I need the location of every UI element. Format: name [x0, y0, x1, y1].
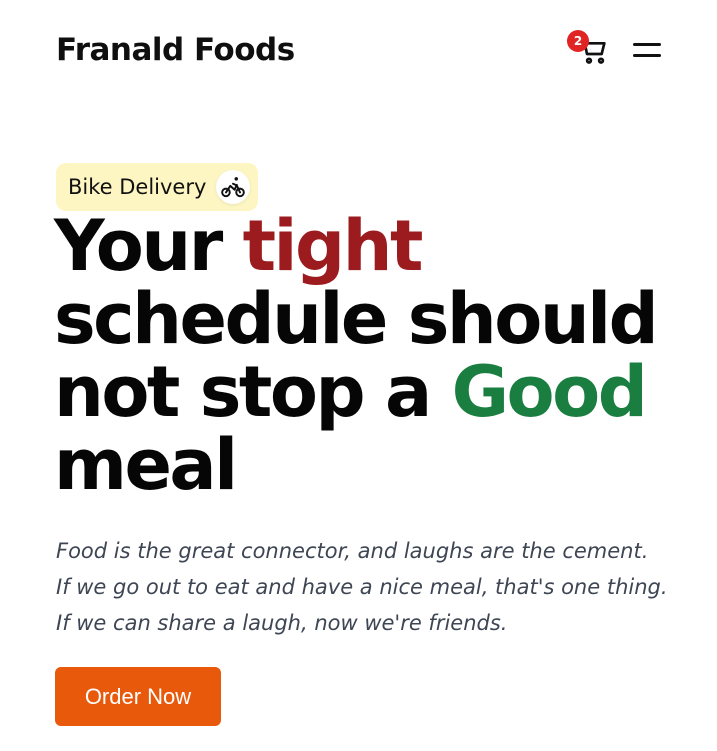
hero-intro: Food is the great connector, and laughs …: [56, 533, 696, 641]
headline-accent-good: Good: [451, 351, 648, 433]
headline-text: meal: [54, 424, 238, 506]
header-actions: 2: [567, 30, 661, 68]
hero-headline: Your tight schedule should not stop a Go…: [54, 210, 674, 502]
intro-line: Food is the great connector, and laughs …: [56, 539, 649, 563]
hamburger-menu-icon[interactable]: [633, 36, 661, 64]
brand-logo[interactable]: Franald Foods: [56, 32, 295, 68]
menu-bar: [633, 54, 661, 57]
cart-button[interactable]: 2: [567, 30, 611, 68]
tag-label: Bike Delivery: [68, 175, 207, 199]
bicycle-rider-icon: [216, 170, 251, 204]
headline-text: Your: [54, 205, 243, 287]
site-header: Franald Foods 2: [56, 24, 661, 76]
bike-delivery-tag: Bike Delivery: [56, 163, 259, 211]
cart-count-badge: 2: [567, 30, 589, 52]
intro-line: If we can share a laugh, now we're frien…: [56, 611, 508, 635]
intro-line: If we go out to eat and have a nice meal…: [56, 575, 668, 599]
order-now-button[interactable]: Order Now: [55, 667, 221, 726]
menu-bar: [633, 43, 661, 46]
headline-accent-tight: tight: [242, 205, 424, 287]
